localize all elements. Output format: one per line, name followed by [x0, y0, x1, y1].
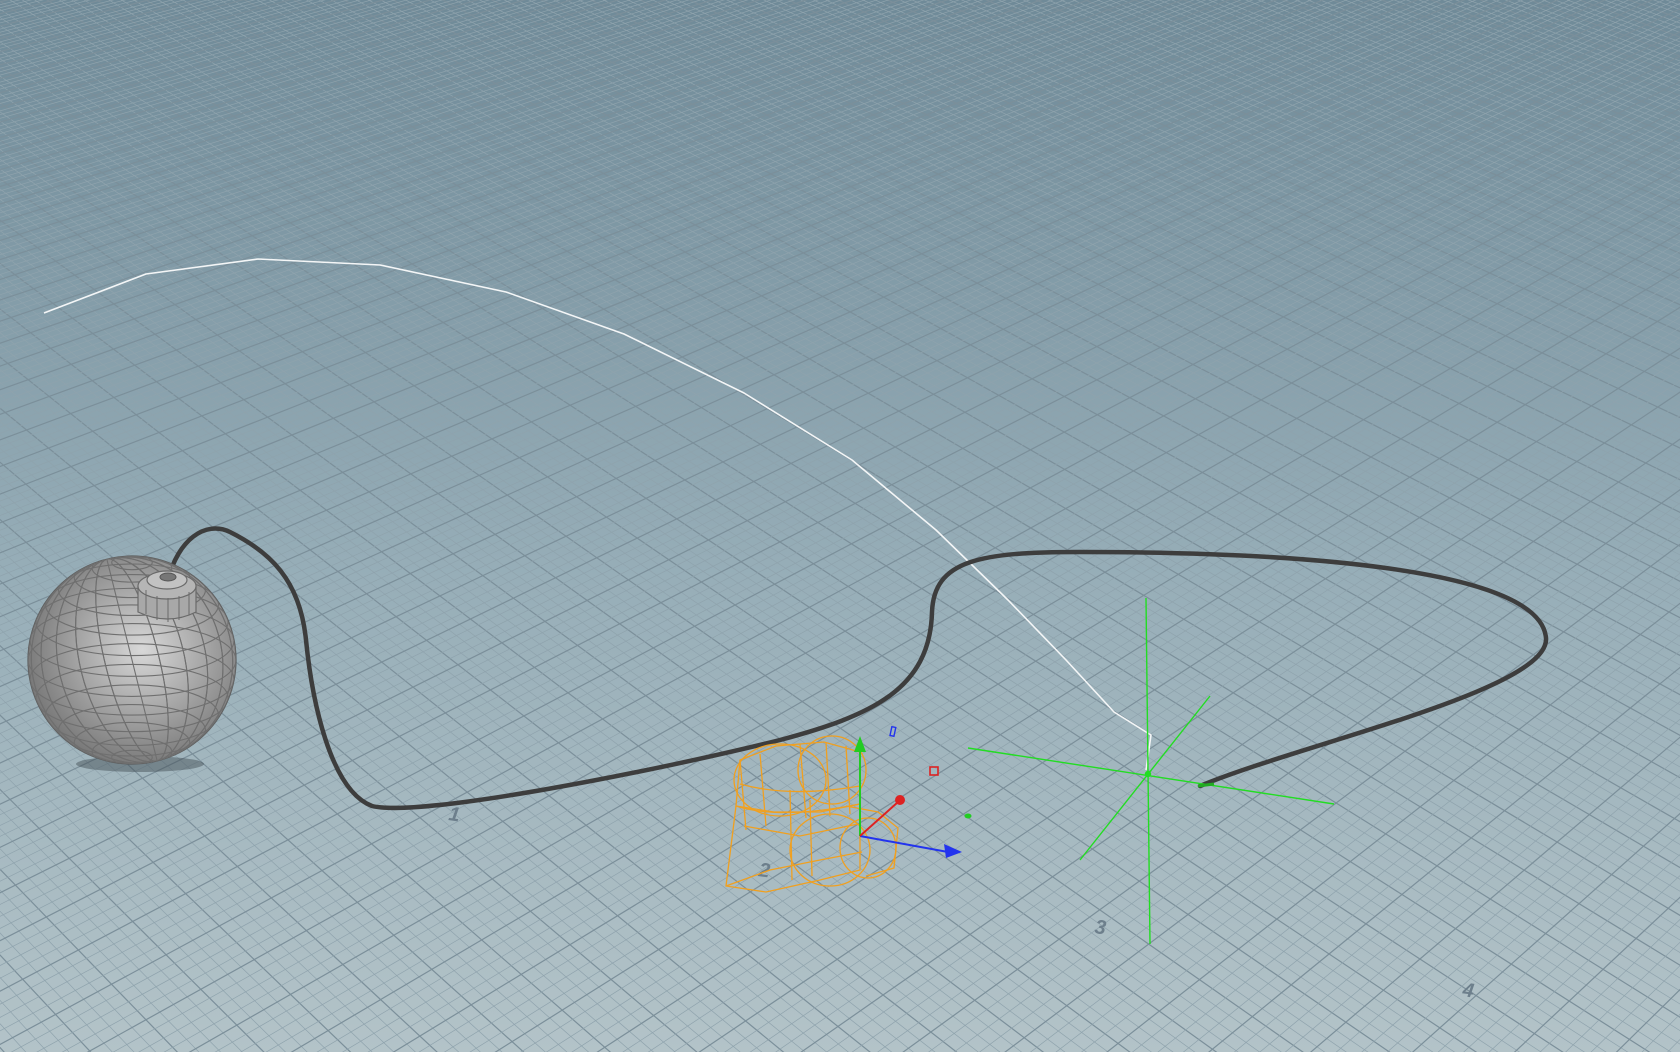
bomb-fuse-cap[interactable] [137, 570, 197, 622]
viewport-scene[interactable]: 1 2 3 4 [0, 0, 1680, 1052]
gizmo-x-handle[interactable] [895, 795, 905, 805]
fuse-end-marker [1197, 782, 1215, 788]
gizmo-y-rotate-handle[interactable] [964, 813, 972, 819]
3d-viewport[interactable]: 1 2 3 4 [0, 0, 1680, 1052]
